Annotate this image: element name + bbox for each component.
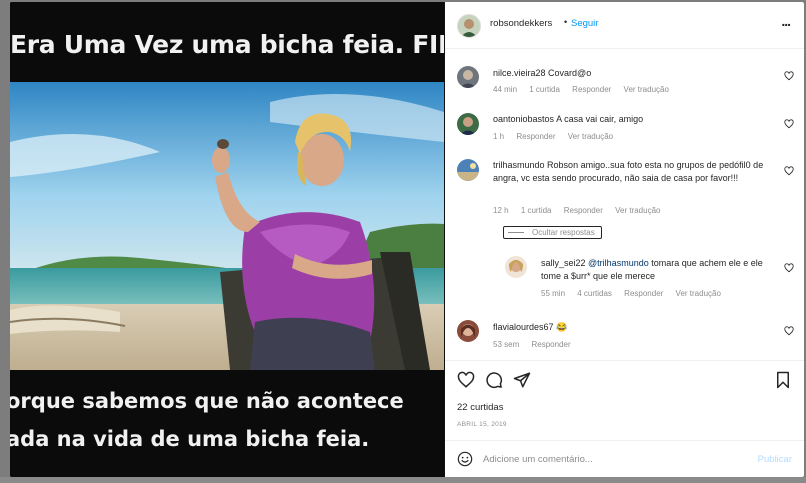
- reply-username[interactable]: sally_sei22: [541, 258, 586, 268]
- comment-username[interactable]: flavialourdes67: [493, 322, 554, 332]
- meme-bottom-caption-2: ada na vida de uma bicha feia.: [10, 427, 370, 451]
- like-heart-icon[interactable]: [784, 166, 794, 176]
- meme-photo: [10, 82, 444, 370]
- reply-button[interactable]: Responder: [572, 85, 611, 94]
- meme-top-caption: Era Uma Vez uma bicha feia. FIM: [10, 30, 444, 59]
- header-separator: •: [564, 17, 568, 27]
- like-heart-icon[interactable]: [784, 71, 794, 81]
- reply-meta: 55 min 4 curtidas Responder Ver tradução: [541, 289, 731, 298]
- reply-text: sally_sei22 @trilhasmundo tomara que ach…: [541, 257, 773, 283]
- hide-replies-button[interactable]: Ocultar respostas: [503, 226, 602, 239]
- comment-bubble-icon[interactable]: [485, 371, 503, 389]
- like-heart-icon[interactable]: [784, 326, 794, 336]
- reply-button[interactable]: Responder: [564, 206, 603, 215]
- comment-text: trilhasmundo Robson amigo..sua foto esta…: [493, 159, 768, 185]
- avatar-image: [457, 66, 479, 88]
- beach-photo-illustration: [10, 82, 444, 370]
- comment-meta: 53 sem Responder: [493, 340, 581, 349]
- commenter-avatar[interactable]: [457, 113, 479, 135]
- comment-meta: 1 h Responder Ver tradução: [493, 132, 623, 141]
- comment-composer: Publicar: [445, 440, 804, 477]
- publish-button[interactable]: Publicar: [758, 454, 792, 465]
- reply-likes[interactable]: 4 curtidas: [577, 289, 612, 298]
- reply-mention[interactable]: @trilhasmundo: [588, 258, 649, 268]
- translate-button[interactable]: Ver tradução: [568, 132, 613, 141]
- avatar-image: [457, 159, 479, 181]
- comment-text: nilce.vieira28 Covard@o: [493, 67, 768, 80]
- meme-bottom-caption-1: orque sabemos que não acontece: [10, 389, 404, 413]
- author-avatar[interactable]: [457, 14, 481, 38]
- translate-button[interactable]: Ver tradução: [624, 85, 669, 94]
- comment-time[interactable]: 1 h: [493, 132, 504, 141]
- commenter-avatar[interactable]: [457, 159, 479, 181]
- like-heart-icon[interactable]: [784, 119, 794, 129]
- replier-avatar[interactable]: [505, 256, 527, 278]
- post-image[interactable]: Era Uma Vez uma bicha feia. FIM orque sa…: [10, 2, 444, 477]
- author-avatar-image: [458, 15, 480, 37]
- reply-button[interactable]: Responder: [624, 289, 663, 298]
- comment-username[interactable]: trilhasmundo: [493, 160, 545, 170]
- reply-button[interactable]: Responder: [531, 340, 570, 349]
- author-username[interactable]: robsondekkers: [490, 18, 552, 29]
- post-modal: Era Uma Vez uma bicha feia. FIM orque sa…: [10, 2, 804, 477]
- hide-replies-label: Ocultar respostas: [532, 228, 595, 237]
- comment-text: oantoniobastos A casa vai cair, amigo: [493, 113, 768, 126]
- more-options-button[interactable]: ...: [781, 13, 791, 29]
- emoji-icon[interactable]: [457, 451, 473, 467]
- post-side-panel: robsondekkers • Seguir ... nilce.vieira2…: [445, 2, 804, 477]
- reply-button[interactable]: Responder: [516, 132, 555, 141]
- commenter-avatar[interactable]: [457, 66, 479, 88]
- avatar-image: [457, 113, 479, 135]
- comment-time[interactable]: 12 h: [493, 206, 509, 215]
- post-date[interactable]: ABRIL 15, 2019: [457, 421, 507, 428]
- comment-input[interactable]: [483, 450, 733, 468]
- reply-time[interactable]: 55 min: [541, 289, 565, 298]
- post-actions: 22 curtidas ABRIL 15, 2019: [445, 360, 804, 441]
- comment-username[interactable]: oantoniobastos: [493, 114, 554, 124]
- avatar-image: [457, 320, 479, 342]
- comment-time[interactable]: 53 sem: [493, 340, 519, 349]
- likes-count[interactable]: 22 curtidas: [457, 402, 503, 413]
- like-heart-icon[interactable]: [784, 263, 794, 273]
- post-header: robsondekkers • Seguir ...: [445, 2, 804, 49]
- replies-divider: [508, 232, 524, 233]
- comment-likes[interactable]: 1 curtida: [529, 85, 560, 94]
- translate-button[interactable]: Ver tradução: [615, 206, 660, 215]
- comments-list: nilce.vieira28 Covard@o 44 min 1 curtida…: [445, 49, 804, 360]
- comment-username[interactable]: nilce.vieira28: [493, 68, 546, 78]
- page-bottom-strip: [0, 477, 806, 483]
- comment-meta: 44 min 1 curtida Responder Ver tradução: [493, 85, 679, 94]
- share-plane-icon[interactable]: [513, 371, 531, 389]
- follow-button[interactable]: Seguir: [571, 18, 598, 29]
- comment-likes[interactable]: 1 curtida: [521, 206, 552, 215]
- avatar-image: [505, 256, 527, 278]
- commenter-avatar[interactable]: [457, 320, 479, 342]
- comment-time[interactable]: 44 min: [493, 85, 517, 94]
- like-heart-icon[interactable]: [457, 371, 475, 389]
- comment-body: A casa vai cair, amigo: [556, 114, 644, 124]
- translate-button[interactable]: Ver tradução: [676, 289, 721, 298]
- comment-meta: 12 h 1 curtida Responder Ver tradução: [493, 206, 670, 215]
- comment-text: flavialourdes67 😂: [493, 321, 768, 334]
- comment-body: 😂: [556, 322, 568, 332]
- bookmark-icon[interactable]: [774, 371, 792, 389]
- comment-body: Covard@o: [548, 68, 592, 78]
